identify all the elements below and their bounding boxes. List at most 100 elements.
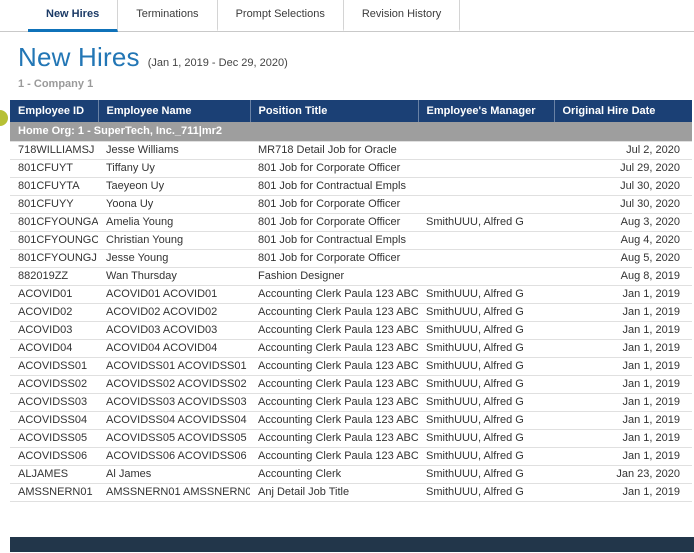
tab-terminations[interactable]: Terminations <box>118 0 217 32</box>
cell-hire-date: Jul 29, 2020 <box>554 159 692 177</box>
table-row[interactable]: 801CFUYTATaeyeon Uy801 Job for Contractu… <box>10 177 692 195</box>
cell-position-title: Accounting Clerk Paula 123 ABC <box>250 375 418 393</box>
cell-position-title: Accounting Clerk Paula 123 ABC <box>250 321 418 339</box>
cell-manager: SmithUUU, Alfred G <box>418 483 554 501</box>
cell-employee-name: Christian Young <box>98 231 250 249</box>
report-content: New Hires (Jan 1, 2019 - Dec 29, 2020) 1… <box>0 32 694 553</box>
table-row[interactable]: 801CFYOUNGCChristian Young801 Job for Co… <box>10 231 692 249</box>
cell-employee-id: ACOVID01 <box>10 285 98 303</box>
new-hires-grid: Employee ID Employee Name Position Title… <box>10 100 692 502</box>
cell-manager: SmithUUU, Alfred G <box>418 375 554 393</box>
cell-manager: SmithUUU, Alfred G <box>418 213 554 231</box>
cell-position-title: 801 Job for Corporate Officer <box>250 213 418 231</box>
column-header-hire-date[interactable]: Original Hire Date <box>554 100 692 122</box>
group-header-row: Home Org: 1 - SuperTech, Inc._711|mr2 <box>10 122 692 141</box>
cell-manager: SmithUUU, Alfred G <box>418 393 554 411</box>
cell-manager <box>418 231 554 249</box>
cell-manager: SmithUUU, Alfred G <box>418 357 554 375</box>
table-row[interactable]: ACOVIDSS01ACOVIDSS01 ACOVIDSS01Accountin… <box>10 357 692 375</box>
cell-employee-name: ACOVIDSS05 ACOVIDSS05 <box>98 429 250 447</box>
table-row[interactable]: 882019ZZWan ThursdayFashion Designer Aug … <box>10 267 692 285</box>
table-row[interactable]: 801CFUYTTiffany Uy801 Job for Corporate … <box>10 159 692 177</box>
page-title: New Hires <box>18 42 140 73</box>
cell-position-title: Accounting Clerk Paula 123 ABC <box>250 303 418 321</box>
cell-manager <box>418 159 554 177</box>
cell-hire-date: Aug 5, 2020 <box>554 249 692 267</box>
cell-employee-id: ACOVIDSS01 <box>10 357 98 375</box>
column-header-position-title[interactable]: Position Title <box>250 100 418 122</box>
cell-employee-id: 801CFUYT <box>10 159 98 177</box>
table-row[interactable]: AMSSNERN01AMSSNERN01 AMSSNERN01Anj Detai… <box>10 483 692 501</box>
cell-employee-id: ACOVIDSS04 <box>10 411 98 429</box>
cell-hire-date: Jan 1, 2019 <box>554 321 692 339</box>
cell-hire-date: Jan 1, 2019 <box>554 483 692 501</box>
cell-employee-name: ACOVIDSS02 ACOVIDSS02 <box>98 375 250 393</box>
table-row[interactable]: 718WILLIAMSJJesse WilliamsMR718 Detail J… <box>10 141 692 159</box>
cell-employee-id: AMSSNERN01 <box>10 483 98 501</box>
tab-prompt-selections[interactable]: Prompt Selections <box>218 0 344 32</box>
cell-position-title: 801 Job for Corporate Officer <box>250 195 418 213</box>
cell-employee-id: ACOVIDSS05 <box>10 429 98 447</box>
cell-position-title: 801 Job for Corporate Officer <box>250 249 418 267</box>
cell-employee-name: Wan Thursday <box>98 267 250 285</box>
new-hires-table: Employee ID Employee Name Position Title… <box>10 100 692 502</box>
cell-hire-date: Jan 1, 2019 <box>554 339 692 357</box>
column-header-manager[interactable]: Employee's Manager <box>418 100 554 122</box>
cell-employee-id: 801CFYOUNGA <box>10 213 98 231</box>
table-row[interactable]: ALJAMESAl JamesAccounting ClerkSmithUUU,… <box>10 465 692 483</box>
table-row[interactable]: ACOVID04ACOVID04 ACOVID04Accounting Cler… <box>10 339 692 357</box>
tab-label: Prompt Selections <box>236 8 325 20</box>
tab-label: New Hires <box>46 8 99 20</box>
table-row[interactable]: ACOVID03ACOVID03 ACOVID03Accounting Cler… <box>10 321 692 339</box>
cell-manager: SmithUUU, Alfred G <box>418 465 554 483</box>
cell-employee-id: ACOVIDSS02 <box>10 375 98 393</box>
cell-manager: SmithUUU, Alfred G <box>418 339 554 357</box>
next-section-bar <box>10 537 694 552</box>
cell-position-title: Anj Detail Job Title <box>250 483 418 501</box>
cell-hire-date: Jul 2, 2020 <box>554 141 692 159</box>
table-row[interactable]: ACOVIDSS06ACOVIDSS06 ACOVIDSS06Accountin… <box>10 447 692 465</box>
cell-employee-name: AMSSNERN01 AMSSNERN01 <box>98 483 250 501</box>
cell-employee-name: ACOVIDSS04 ACOVIDSS04 <box>98 411 250 429</box>
table-row[interactable]: ACOVID02ACOVID02 ACOVID02Accounting Cler… <box>10 303 692 321</box>
cell-position-title: 801 Job for Contractual Empls <box>250 231 418 249</box>
table-row[interactable]: ACOVIDSS02ACOVIDSS02 ACOVIDSS02Accountin… <box>10 375 692 393</box>
tab-new-hires[interactable]: New Hires <box>28 0 118 32</box>
table-row[interactable]: ACOVID01ACOVID01 ACOVID01Accounting Cler… <box>10 285 692 303</box>
tab-label: Terminations <box>136 8 198 20</box>
tab-bar: New Hires Terminations Prompt Selections… <box>0 0 694 32</box>
cell-employee-name: Yoona Uy <box>98 195 250 213</box>
table-row[interactable]: 801CFYOUNGJJesse Young801 Job for Corpor… <box>10 249 692 267</box>
cell-hire-date: Jan 1, 2019 <box>554 303 692 321</box>
cell-hire-date: Aug 4, 2020 <box>554 231 692 249</box>
cell-position-title: Fashion Designer <box>250 267 418 285</box>
cell-employee-id: ACOVID02 <box>10 303 98 321</box>
cell-employee-id: 882019ZZ <box>10 267 98 285</box>
cell-hire-date: Jul 30, 2020 <box>554 177 692 195</box>
table-row[interactable]: 801CFYOUNGAAmelia Young801 Job for Corpo… <box>10 213 692 231</box>
cell-manager: SmithUUU, Alfred G <box>418 411 554 429</box>
table-row[interactable]: 801CFUYYYoona Uy801 Job for Corporate Of… <box>10 195 692 213</box>
group-header-label: Home Org: 1 - SuperTech, Inc._711|mr2 <box>10 122 692 141</box>
cell-hire-date: Jan 1, 2019 <box>554 285 692 303</box>
cell-position-title: Accounting Clerk Paula 123 ABC <box>250 357 418 375</box>
cell-employee-id: 718WILLIAMSJ <box>10 141 98 159</box>
cell-employee-id: 801CFYOUNGC <box>10 231 98 249</box>
table-row[interactable]: ACOVIDSS03ACOVIDSS03 ACOVIDSS03Accountin… <box>10 393 692 411</box>
table-header-row: Employee ID Employee Name Position Title… <box>10 100 692 122</box>
table-row[interactable]: ACOVIDSS05ACOVIDSS05 ACOVIDSS05Accountin… <box>10 429 692 447</box>
column-header-employee-name[interactable]: Employee Name <box>98 100 250 122</box>
cell-position-title: Accounting Clerk Paula 123 ABC <box>250 339 418 357</box>
cell-employee-name: ACOVID03 ACOVID03 <box>98 321 250 339</box>
column-header-employee-id[interactable]: Employee ID <box>10 100 98 122</box>
cell-position-title: 801 Job for Corporate Officer <box>250 159 418 177</box>
table-row[interactable]: ACOVIDSS04ACOVIDSS04 ACOVIDSS04Accountin… <box>10 411 692 429</box>
cell-hire-date: Jan 1, 2019 <box>554 447 692 465</box>
cell-manager: SmithUUU, Alfred G <box>418 429 554 447</box>
cell-manager <box>418 249 554 267</box>
cell-hire-date: Aug 8, 2019 <box>554 267 692 285</box>
cell-position-title: MR718 Detail Job for Oracle <box>250 141 418 159</box>
cell-hire-date: Aug 3, 2020 <box>554 213 692 231</box>
tab-revision-history[interactable]: Revision History <box>344 0 460 32</box>
tab-label: Revision History <box>362 8 441 20</box>
